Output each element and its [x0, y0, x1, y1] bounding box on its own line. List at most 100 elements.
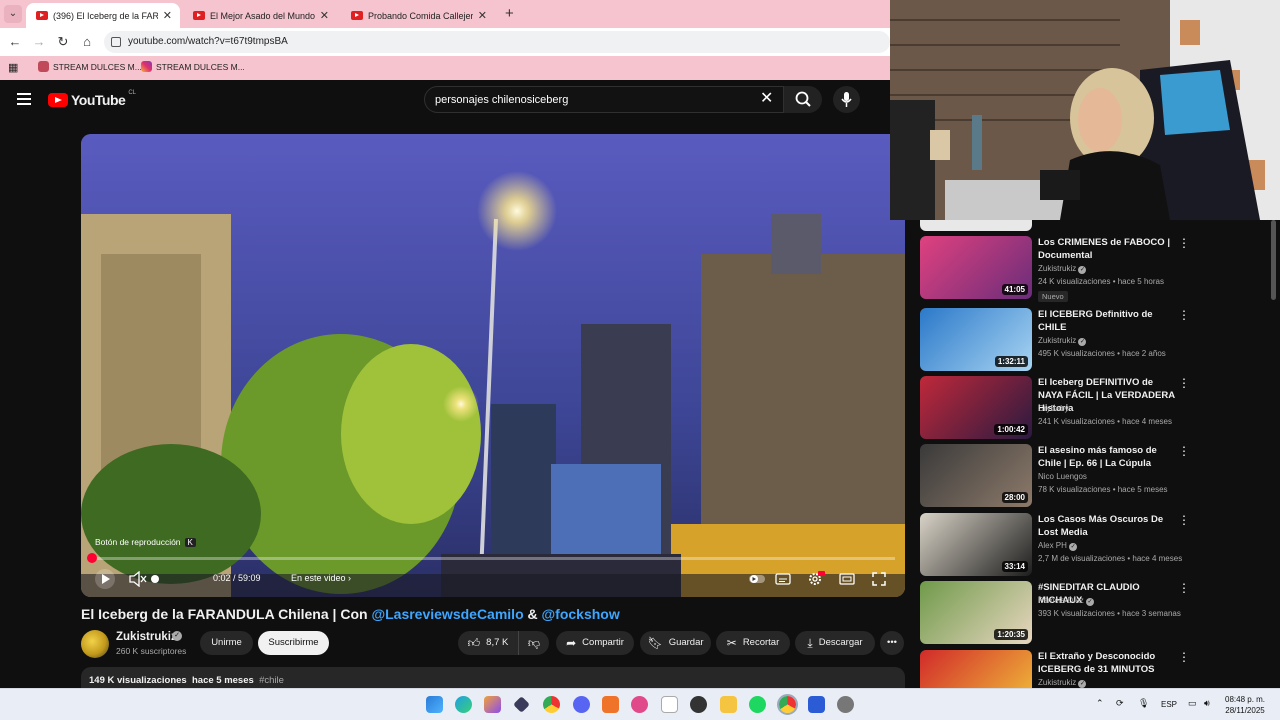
volume-slider[interactable]: [151, 575, 159, 583]
recommendation-item[interactable]: 41:05 Los CRIMENES de FABOCO | Documenta…: [920, 236, 1260, 302]
bookmark-1[interactable]: STREAM DULCES M...: [38, 61, 142, 72]
folder-icon[interactable]: [720, 696, 737, 713]
fullscreen-button[interactable]: [871, 571, 887, 589]
document-icon[interactable]: [661, 696, 678, 713]
more-vertical-icon[interactable]: ⋮: [1178, 377, 1190, 389]
video-thumbnail[interactable]: 1:32:11: [920, 308, 1032, 371]
settings-button[interactable]: [807, 571, 825, 589]
tab-2[interactable]: El Mejor Asado del Mundo con ✕: [183, 3, 337, 28]
new-tab-icon[interactable]: +: [505, 5, 514, 22]
address-bar[interactable]: youtube.com/watch?v=t67t9tmpsBA: [104, 31, 890, 53]
progress-bar[interactable]: [87, 553, 895, 563]
recommendation-title[interactable]: Los CRIMENES de FABOCO | Documental: [1038, 236, 1178, 262]
subtitles-button[interactable]: [775, 572, 791, 588]
more-vertical-icon[interactable]: ⋮: [1178, 309, 1190, 321]
chapter-button[interactable]: En este video ›: [291, 573, 351, 583]
more-vertical-icon[interactable]: ⋮: [1178, 651, 1190, 663]
reload-icon[interactable]: ↻: [54, 34, 72, 50]
recommendation-channel[interactable]: Zukistrukiz ✓: [1038, 678, 1087, 688]
clear-search-icon[interactable]: ✕: [760, 91, 773, 107]
recommendation-title[interactable]: El asesino más famoso de Chile | Ep. 66 …: [1038, 444, 1178, 470]
youtube-logo[interactable]: YouTube CL: [48, 90, 136, 108]
clip-button[interactable]: ✂ Recortar: [716, 631, 790, 655]
tab-3[interactable]: Probando Comida Callejera Arg ✕: [341, 3, 495, 28]
hashtag-link[interactable]: #chile: [259, 675, 284, 686]
play-button[interactable]: [95, 569, 115, 589]
site-info-icon[interactable]: [111, 37, 121, 47]
chrome-icon[interactable]: [543, 696, 560, 713]
recommendation-channel[interactable]: Zukistrukiz ✓: [1038, 336, 1087, 346]
discord-icon[interactable]: [573, 696, 590, 713]
mention-link[interactable]: @LasreviewsdeCamilo: [371, 606, 523, 622]
recommendation-item[interactable]: 1:00:42 El Iceberg DEFINITIVO de NAYA FÁ…: [920, 376, 1260, 440]
menu-icon[interactable]: [17, 93, 31, 105]
copilot-icon[interactable]: [484, 696, 501, 713]
mute-button[interactable]: [129, 570, 147, 589]
recommendation-channel[interactable]: Zukistrukiz ✓: [1038, 264, 1087, 274]
video-thumbnail[interactable]: 1:20:35: [920, 581, 1032, 644]
app-icon[interactable]: [690, 696, 707, 713]
clock[interactable]: 08:48 p. m. 28/11/2025: [1225, 694, 1265, 716]
join-button[interactable]: Unirme: [200, 631, 253, 655]
progress-scrubber[interactable]: [87, 553, 97, 563]
voice-search-button[interactable]: [833, 86, 860, 113]
more-vertical-icon[interactable]: ⋮: [1178, 237, 1190, 249]
recommendation-item[interactable]: 28:00 El asesino más famoso de Chile | E…: [920, 444, 1260, 508]
recommendation-channel[interactable]: Pamela Díaz ✓: [1038, 596, 1095, 606]
video-thumbnail[interactable]: [920, 650, 1032, 688]
bookmark-2[interactable]: STREAM DULCES M...: [141, 61, 245, 72]
subscribe-button[interactable]: Suscribirme: [258, 631, 329, 655]
more-vertical-icon[interactable]: ⋮: [1178, 514, 1190, 526]
app-icon[interactable]: [631, 696, 648, 713]
more-vertical-icon[interactable]: ⋮: [1178, 582, 1190, 594]
close-tab-icon[interactable]: ✕: [320, 9, 329, 22]
video-thumbnail[interactable]: 1:00:42: [920, 376, 1032, 439]
network-icon[interactable]: ▭: [1188, 698, 1197, 709]
app-icon[interactable]: [808, 696, 825, 713]
refresh-tray-icon[interactable]: ⟳: [1116, 698, 1124, 709]
channel-name[interactable]: Zukistrukiz: [116, 631, 177, 643]
recommendation-channel[interactable]: CryBaby: [1038, 404, 1069, 413]
apps-icon[interactable]: ▦: [8, 61, 18, 74]
autoplay-toggle[interactable]: [749, 572, 765, 588]
channel-avatar[interactable]: [81, 630, 109, 658]
mention-link[interactable]: @fockshow: [542, 606, 620, 622]
recommendation-item[interactable]: 1:32:11 El ICEBERG Definitivo de CHILE Z…: [920, 308, 1260, 372]
close-tab-icon[interactable]: ✕: [163, 9, 172, 22]
recommendation-channel[interactable]: Alex PH ✓: [1038, 541, 1078, 551]
microphone-tray-icon[interactable]: 🎙︎: [1138, 698, 1149, 709]
save-button[interactable]: 🔖︎ Guardar: [640, 631, 711, 655]
theater-mode-button[interactable]: [839, 572, 855, 588]
video-thumbnail[interactable]: 33:14: [920, 513, 1032, 576]
scrollbar[interactable]: [1271, 220, 1276, 300]
video-thumbnail[interactable]: 28:00: [920, 444, 1032, 507]
recommendation-title[interactable]: El Extraño y Desconocido ICEBERG de 31 M…: [1038, 650, 1178, 676]
recommendation-title[interactable]: El ICEBERG Definitivo de CHILE: [1038, 308, 1178, 334]
tab-search-button[interactable]: ⌄: [4, 5, 22, 23]
video-player[interactable]: Botón de reproducción K 0:02 / 59:09 En …: [81, 134, 905, 597]
show-hidden-icons[interactable]: ⌃: [1096, 698, 1104, 709]
chrome-active-icon[interactable]: [777, 694, 798, 715]
dislike-button[interactable]: 👎︎: [518, 631, 549, 655]
close-tab-icon[interactable]: ✕: [478, 9, 487, 22]
tab-active[interactable]: (396) El Iceberg de la FARANDULA Chilena…: [26, 3, 180, 28]
recommendation-item[interactable]: 33:14 Los Casos Más Oscuros De Lost Medi…: [920, 513, 1260, 577]
app-icon[interactable]: [513, 696, 530, 713]
recommendation-item[interactable]: 1:20:35 #SINEDITAR CLAUDIO MICHAUX Pamel…: [920, 581, 1260, 645]
more-vertical-icon[interactable]: ⋮: [1178, 445, 1190, 457]
forward-icon[interactable]: →: [30, 34, 48, 49]
share-button[interactable]: ➦ Compartir: [556, 631, 634, 655]
spotify-icon[interactable]: [749, 696, 766, 713]
brave-icon[interactable]: [602, 696, 619, 713]
search-button[interactable]: [784, 86, 822, 113]
home-icon[interactable]: ⌂: [78, 34, 96, 49]
video-thumbnail[interactable]: 41:05: [920, 236, 1032, 299]
volume-icon[interactable]: 🔊︎: [1204, 698, 1210, 709]
settings-icon[interactable]: [837, 696, 854, 713]
more-actions-button[interactable]: •••: [880, 631, 904, 655]
download-button[interactable]: ⤓ Descargar: [795, 631, 875, 655]
back-icon[interactable]: ←: [6, 34, 24, 49]
start-icon[interactable]: [426, 696, 443, 713]
recommendation-channel[interactable]: Nico Luengos: [1038, 472, 1087, 481]
search-input[interactable]: personajes chilenosiceberg: [424, 86, 784, 113]
